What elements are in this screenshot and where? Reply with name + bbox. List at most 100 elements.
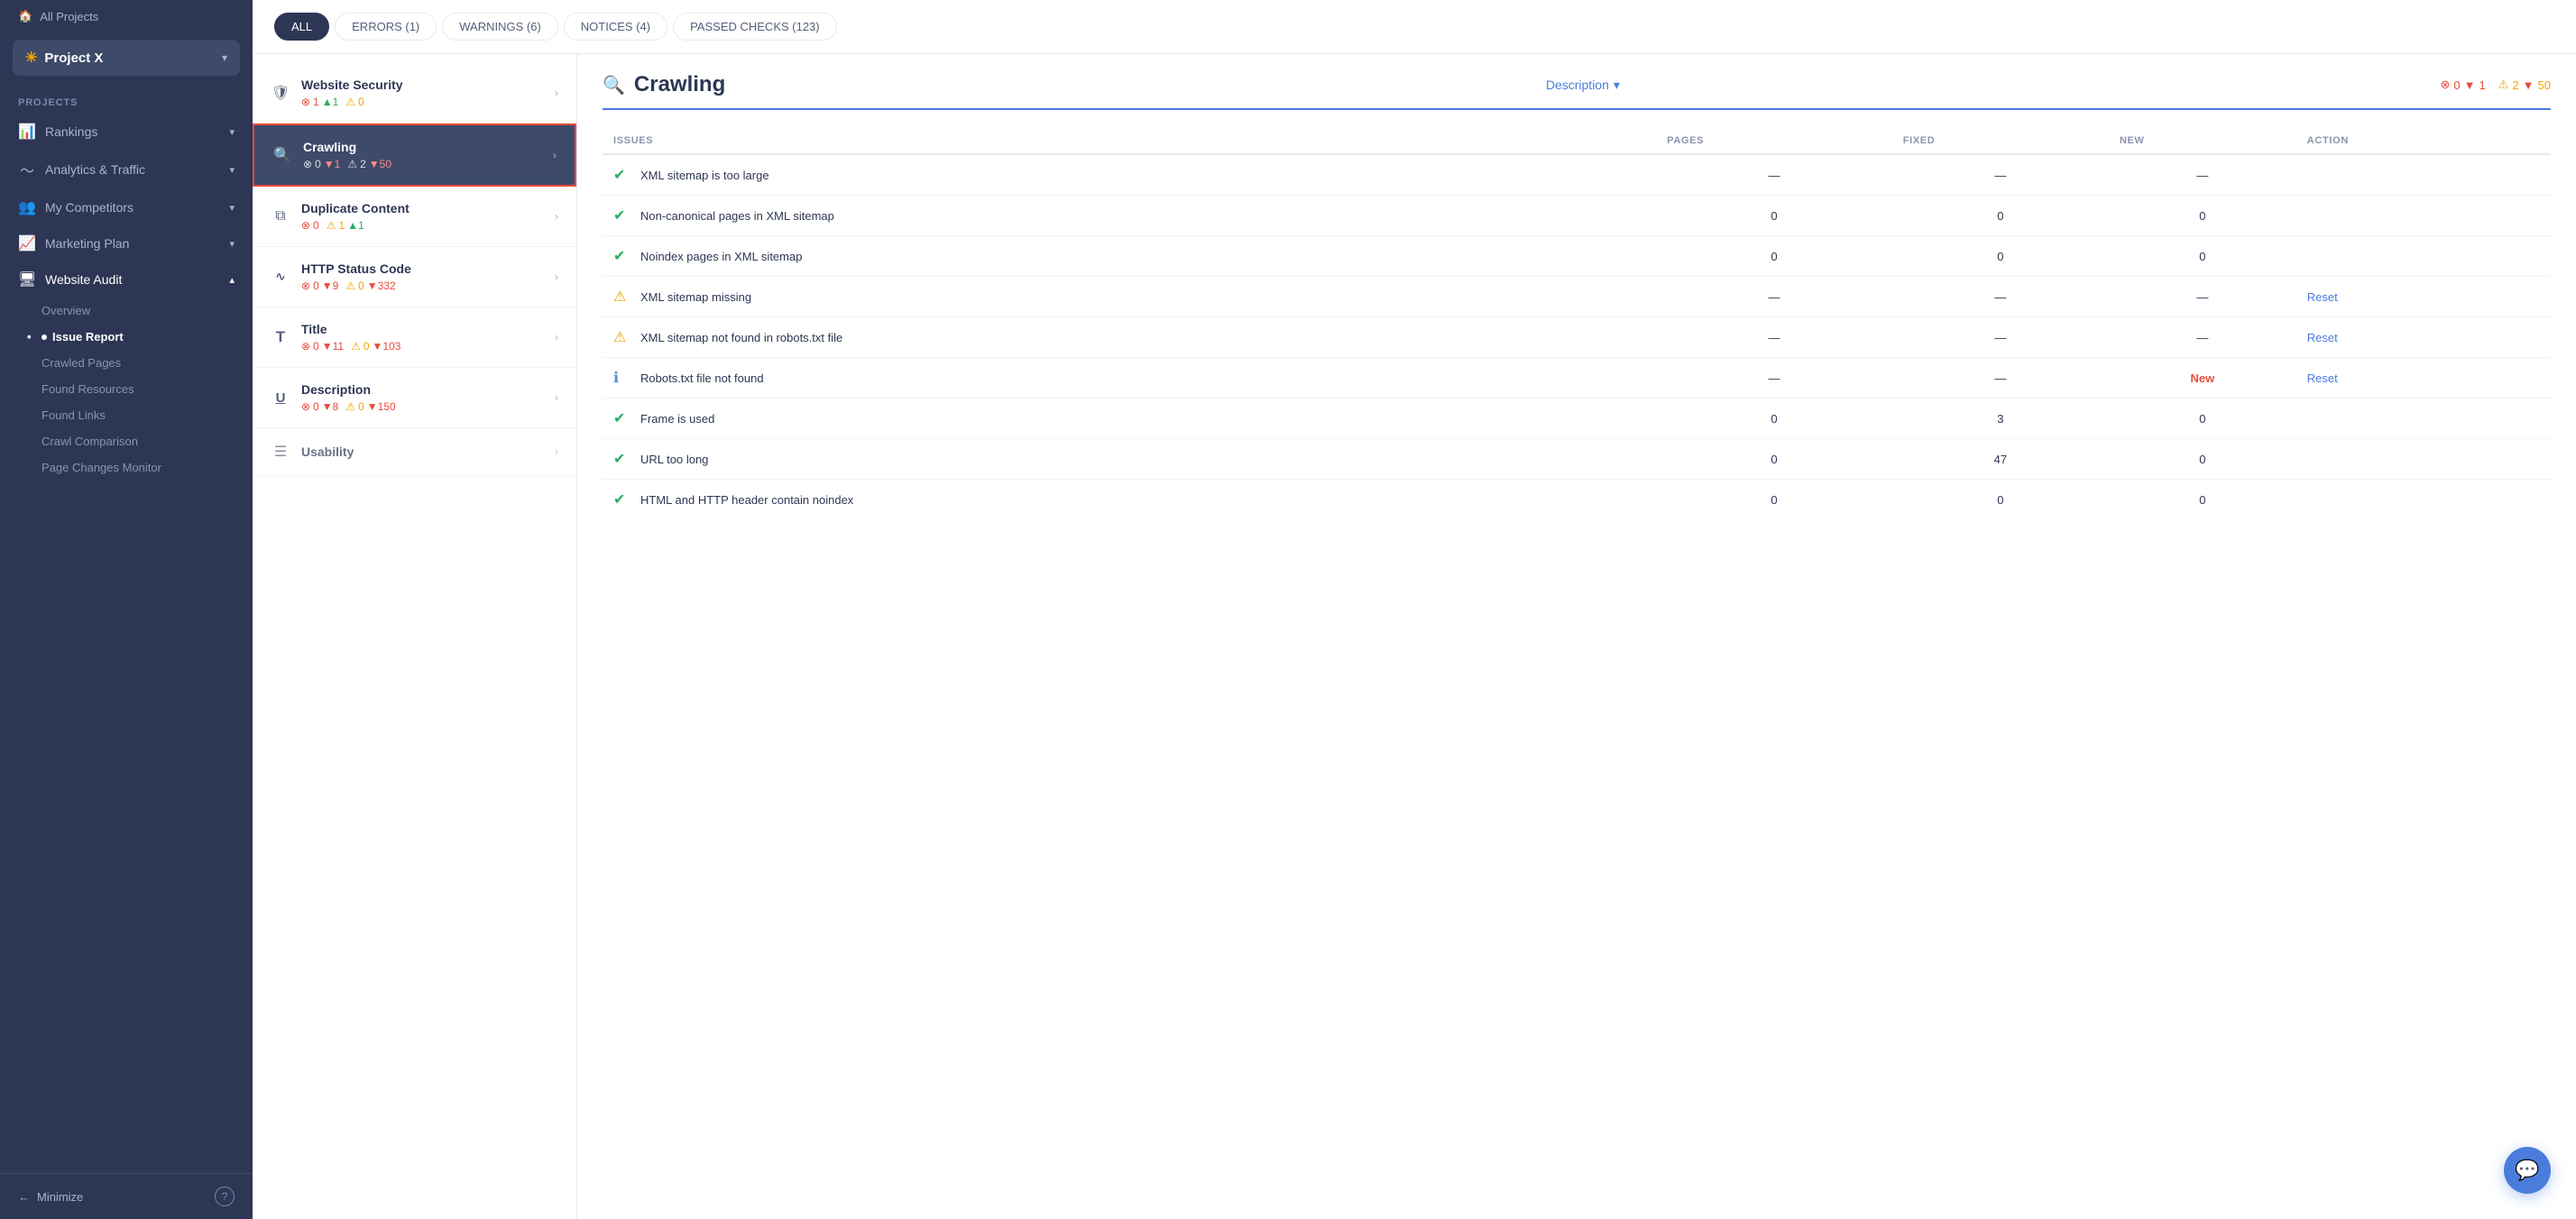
- table-row: ✔ URL too long 0 47 0: [603, 439, 2551, 480]
- filter-warnings-button[interactable]: WARNINGS (6): [442, 13, 558, 41]
- reset-button[interactable]: Reset: [2307, 331, 2338, 344]
- table-row: ✔ Non-canonical pages in XML sitemap 0 0…: [603, 196, 2551, 236]
- table-warning-stat: ⚠ 2 ▼ 50: [2498, 78, 2551, 92]
- sidebar-sub-issue-report[interactable]: Issue Report: [0, 324, 253, 350]
- reset-button[interactable]: Reset: [2307, 290, 2338, 304]
- category-chevron-icon: ›: [553, 149, 557, 161]
- fixed-cell: —: [1892, 154, 2109, 196]
- table-error-stat: ⊗ 0 ▼ 1: [2441, 78, 2486, 92]
- sidebar-sub-overview[interactable]: Overview: [0, 298, 253, 324]
- sidebar-sub-found-links[interactable]: Found Links: [0, 402, 253, 428]
- chat-button[interactable]: 💬: [2504, 1147, 2551, 1194]
- warning-down-icon: ▼150: [367, 400, 396, 413]
- category-title-label: Title: [301, 322, 400, 336]
- col-fixed: FIXED: [1892, 128, 2109, 154]
- sidebar-item-rankings[interactable]: 📊 Rankings ▾: [0, 114, 253, 150]
- action-cell: Reset: [2296, 317, 2551, 358]
- filter-all-button[interactable]: ALL: [274, 13, 329, 41]
- table-stats: ⊗ 0 ▼ 1 ⚠ 2 ▼ 50: [2441, 78, 2551, 92]
- reset-button[interactable]: Reset: [2307, 371, 2338, 385]
- sidebar-sub-found-resources[interactable]: Found Resources: [0, 376, 253, 402]
- category-title: HTTP Status Code: [301, 261, 411, 276]
- category-chevron-icon: ›: [555, 331, 558, 344]
- category-chevron-icon: ›: [555, 391, 558, 404]
- error-down-icon: ▼11: [322, 340, 344, 353]
- category-http-status[interactable]: ∿ HTTP Status Code ⊗ 0 ▼9 ⚠ 0 ▼332: [253, 247, 576, 307]
- analytics-icon: 〜: [18, 159, 36, 180]
- triangle-warn-icon: ⚠: [2498, 78, 2509, 92]
- sidebar-item-marketing[interactable]: 📈 Marketing Plan ▾: [0, 225, 253, 261]
- category-stats: ⊗ 1 ▲1 ⚠ 0: [301, 96, 403, 108]
- category-website-security[interactable]: 🛡 Website Security ⊗ 1 ▲1 ⚠ 0: [253, 63, 576, 124]
- help-icon[interactable]: ?: [215, 1187, 235, 1206]
- projects-section-label: PROJECTS: [0, 83, 253, 114]
- error-stat: ⊗ 0: [301, 219, 319, 232]
- category-chevron-icon: ›: [555, 210, 558, 223]
- sidebar-sub-page-changes[interactable]: Page Changes Monitor: [0, 454, 253, 481]
- sidebar-item-audit[interactable]: 🖥 Website Audit ▴: [0, 261, 253, 298]
- pages-cell: —: [1656, 358, 1892, 399]
- sidebar-item-competitors[interactable]: 👥 My Competitors ▾: [0, 189, 253, 225]
- category-title[interactable]: T Title ⊗ 0 ▼11 ⚠ 0 ▼103: [253, 307, 576, 368]
- table-row: ✔ Noindex pages in XML sitemap 0 0 0: [603, 236, 2551, 277]
- sidebar-sub-crawled-pages[interactable]: Crawled Pages: [0, 350, 253, 376]
- fixed-cell: —: [1892, 277, 2109, 317]
- all-projects-link[interactable]: 🏠 All Projects: [0, 0, 253, 32]
- check-circle-icon: ✔: [613, 206, 631, 225]
- minimize-button[interactable]: ← Minimize ?: [0, 1173, 253, 1219]
- category-usability[interactable]: ☰ Usability ›: [253, 428, 576, 476]
- issue-name: Robots.txt file not found: [640, 371, 764, 385]
- issues-table: ISSUES PAGES FIXED NEW ACTION ✔ XML site…: [603, 128, 2551, 519]
- category-description[interactable]: U Description ⊗ 0 ▼8 ⚠ 0 ▼150: [253, 368, 576, 428]
- table-row: ✔ XML sitemap is too large — — —: [603, 154, 2551, 196]
- project-icon: ✳: [25, 49, 37, 67]
- category-chevron-icon: ›: [555, 445, 558, 458]
- new-cell: 0: [2109, 439, 2296, 480]
- warning-stat: ⚠ 0 ▼103: [351, 340, 400, 353]
- error-stat: ⊗ 0 ▼9: [301, 280, 338, 292]
- new-cell: 0: [2109, 196, 2296, 236]
- title-icon: T: [271, 328, 290, 346]
- check-circle-icon: ✔: [613, 409, 631, 427]
- filter-passed-button[interactable]: PASSED CHECKS (123): [673, 13, 837, 41]
- issue-name: XML sitemap not found in robots.txt file: [640, 331, 842, 344]
- sidebar-sub-crawl-comparison[interactable]: Crawl Comparison: [0, 428, 253, 454]
- category-crawling[interactable]: 🔍 Crawling ⊗ 0 ▼1 ⚠ 2 ▼50: [253, 124, 576, 187]
- category-stats: ⊗ 0 ▼11 ⚠ 0 ▼103: [301, 340, 400, 353]
- new-cell: New: [2109, 358, 2296, 399]
- action-cell: [2296, 196, 2551, 236]
- table-search-icon: 🔍: [603, 74, 625, 96]
- crawl-comparison-label: Crawl Comparison: [41, 435, 138, 448]
- warning-stat: ⚠ 1 ▲1: [327, 219, 364, 232]
- table-row: ✔ HTML and HTTP header contain noindex 0…: [603, 480, 2551, 520]
- warning-stat: ⚠ 0 ▼332: [345, 280, 395, 292]
- new-cell: 0: [2109, 480, 2296, 520]
- category-left: ⧉ Duplicate Content ⊗ 0 ⚠ 1 ▲1: [271, 201, 555, 232]
- x-circle-icon: ⊗: [2441, 78, 2451, 92]
- filter-errors-button[interactable]: ERRORS (1): [335, 13, 437, 41]
- category-info: Crawling ⊗ 0 ▼1 ⚠ 2 ▼50: [303, 140, 391, 170]
- issue-name-cell: ✔ XML sitemap is too large: [603, 154, 1656, 196]
- issue-name-cell: ✔ HTML and HTTP header contain noindex: [603, 480, 1656, 520]
- sidebar-item-analytics[interactable]: 〜 Analytics & Traffic ▾: [0, 150, 253, 189]
- issue-report-label: Issue Report: [52, 330, 124, 344]
- usability-icon: ☰: [271, 443, 290, 461]
- col-new: NEW: [2109, 128, 2296, 154]
- project-selector[interactable]: ✳ Project X ▾: [13, 40, 240, 76]
- action-cell: [2296, 439, 2551, 480]
- issue-name: XML sitemap is too large: [640, 169, 769, 182]
- found-links-label: Found Links: [41, 408, 106, 422]
- issue-name: XML sitemap missing: [640, 290, 751, 304]
- issue-name-cell: ⚠ XML sitemap missing: [603, 277, 1656, 317]
- issue-name-cell: ⚠ XML sitemap not found in robots.txt fi…: [603, 317, 1656, 358]
- category-duplicate-content[interactable]: ⧉ Duplicate Content ⊗ 0 ⚠ 1 ▲1: [253, 187, 576, 247]
- action-cell: [2296, 480, 2551, 520]
- pages-cell: —: [1656, 277, 1892, 317]
- category-info: Website Security ⊗ 1 ▲1 ⚠ 0: [301, 78, 403, 108]
- arrow-left-icon: ←: [18, 1190, 30, 1204]
- sidebar-item-audit-label: Website Audit: [45, 272, 122, 287]
- filter-notices-button[interactable]: NOTICES (4): [564, 13, 667, 41]
- fixed-cell: —: [1892, 317, 2109, 358]
- triangle-warn-icon: ⚠: [345, 280, 355, 292]
- description-dropdown[interactable]: Description ▾: [1546, 78, 1620, 93]
